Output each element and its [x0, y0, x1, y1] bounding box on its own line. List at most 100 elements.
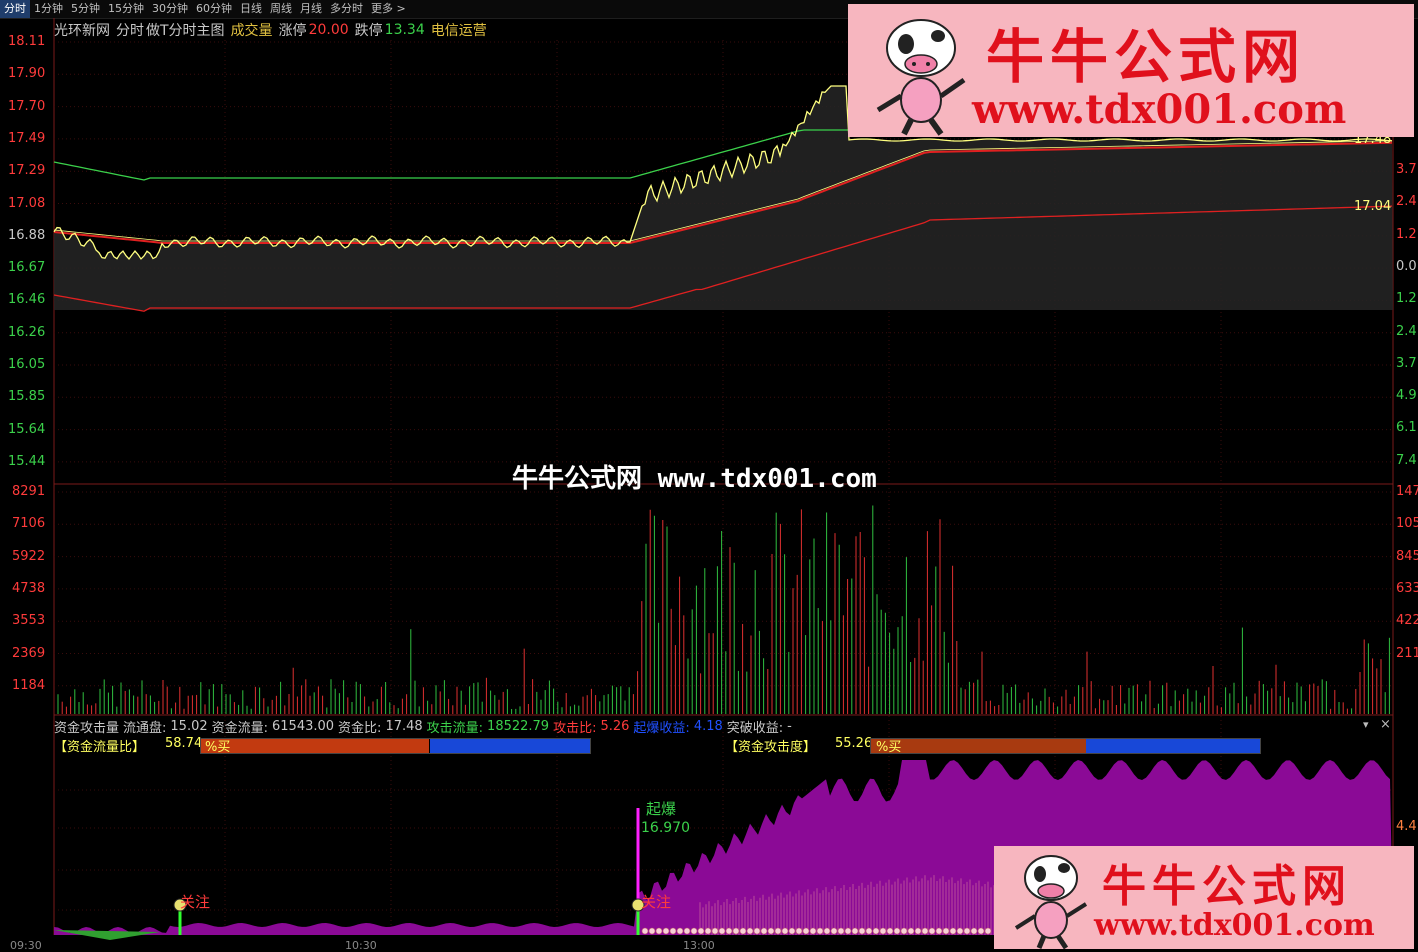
price-left-label-8: 16.46 — [8, 292, 46, 308]
time-label-open: 09:30 — [10, 939, 42, 952]
cow-mascot-icon — [876, 19, 966, 136]
vol-right-label-5: 211 — [1396, 645, 1418, 661]
signal-bead — [662, 927, 670, 935]
vol-right-label-4: 422 — [1396, 613, 1418, 629]
price-right-label-1: 2.4 — [1396, 194, 1417, 210]
signal-bead — [921, 927, 929, 935]
signal-bead — [816, 927, 824, 935]
fund-flow-value: 61543.00 — [272, 718, 335, 734]
price-left-label-5: 17.08 — [8, 195, 46, 211]
signal-bead — [858, 927, 866, 935]
signal-bead — [683, 927, 691, 935]
promo-url-bottom[interactable]: www.tdx001.com — [1094, 908, 1375, 943]
attack-degree-value: 55.26 — [835, 736, 873, 751]
signal-bead — [648, 927, 656, 935]
signal-bead — [879, 927, 887, 935]
vol-left-label-4: 3553 — [12, 613, 46, 629]
signal-bead — [963, 927, 971, 935]
price-right-label-3: 0.0 — [1396, 258, 1417, 274]
signal-bead — [893, 927, 901, 935]
attack-flow-value: 18522.79 — [487, 718, 550, 734]
signal-bead — [767, 927, 775, 935]
signal-bead — [837, 927, 845, 935]
signal-bead — [690, 927, 698, 935]
panel-menu-icon[interactable]: ▾ — [1363, 718, 1369, 731]
promo-url[interactable]: www.tdx001.com — [972, 86, 1346, 133]
signal-bead — [788, 927, 796, 935]
price-left-label-9: 16.26 — [8, 324, 46, 340]
attack-ratio-label: 攻击比: — [553, 720, 597, 736]
signal-bead — [865, 927, 873, 935]
float-value: 15.02 — [170, 718, 208, 734]
signal-bead — [984, 927, 992, 935]
signal-bead — [725, 927, 733, 935]
signal-bead — [669, 927, 677, 935]
price-left-label-1: 17.90 — [8, 66, 46, 82]
price-left-label-13: 15.44 — [8, 453, 46, 469]
vol-right-label-3: 633 — [1396, 580, 1418, 596]
signal-bead — [802, 927, 810, 935]
signal-bead — [956, 927, 964, 935]
price-right-label-0: 3.7 — [1396, 162, 1417, 177]
promo-banner-bottom[interactable]: 牛牛公式网 www.tdx001.com — [994, 846, 1414, 949]
signal-bead — [718, 927, 726, 935]
price-right-label-7: 4.9 — [1396, 388, 1417, 404]
attack-flow-label: 攻击流量: — [426, 720, 484, 736]
signal-bead — [795, 927, 803, 935]
signal-bead — [697, 927, 705, 935]
signal-bead — [907, 927, 915, 935]
vol-left-label-6: 1184 — [12, 677, 46, 693]
attack-degree-bar — [870, 738, 1261, 754]
sub-panel-header: 资金攻击量 流通盘: 15.02 资金流量: 61543.00 资金比: 17.… — [54, 717, 792, 736]
signal-bead — [655, 927, 663, 935]
signal-bead — [949, 927, 957, 935]
promo-banner-top[interactable]: 牛牛公式网 www.tdx001.com — [848, 4, 1414, 137]
price-left-label-7: 16.67 — [8, 260, 46, 276]
signal-bead — [732, 927, 740, 935]
price-left-label-3: 17.49 — [8, 130, 46, 146]
signal-bead — [844, 927, 852, 935]
signal-bead — [753, 927, 761, 935]
signal-bead — [970, 927, 978, 935]
flow-ratio-label: 【资金流量比】 — [54, 740, 146, 755]
watch-signal-label-1: 关注 — [180, 893, 211, 911]
price-left-label-11: 15.85 — [8, 389, 46, 405]
price-right-label-4: 1.2 — [1396, 291, 1417, 307]
price-left-label-2: 17.70 — [8, 98, 46, 114]
float-label: 流通盘: — [123, 720, 167, 736]
promo-title-bottom: 牛牛公式网 — [1102, 861, 1352, 912]
price-right-label-9: 7.4 — [1396, 452, 1417, 468]
fund-flow-label: 资金流量: — [211, 720, 269, 736]
signal-bead — [928, 927, 936, 935]
breakout-gain-value: - — [787, 718, 792, 734]
attack-degree-unit: %买 — [876, 740, 902, 755]
signal-bead — [942, 927, 950, 935]
vol-left-label-5: 2369 — [12, 645, 46, 661]
vol-right-label-2: 845 — [1396, 548, 1418, 564]
signal-bead — [676, 927, 684, 935]
watermark-text: 牛牛公式网 www.tdx001.com — [512, 464, 877, 494]
price-left-label-10: 16.05 — [8, 357, 46, 372]
vol-left-label-2: 5922 — [12, 548, 46, 564]
close-panel-icon[interactable]: × — [1380, 717, 1391, 732]
attack-degree-label: 【资金攻击度】 — [725, 740, 817, 755]
vol-right-label-0: 147 — [1396, 484, 1418, 499]
signal-bead — [823, 927, 831, 935]
avg-line-tag: 17.04 — [1354, 199, 1392, 214]
price-left-label-6: 16.88 — [8, 227, 46, 243]
vol-left-label-3: 4738 — [12, 580, 46, 596]
signal-bead — [704, 927, 712, 935]
price-right-label-2: 1.2 — [1396, 226, 1417, 242]
signal-bead — [886, 927, 894, 935]
flow-ratio-bar — [200, 738, 591, 754]
signal-bead — [830, 927, 838, 935]
burst-gain-value: 4.18 — [693, 718, 723, 734]
sub-indicator-name[interactable]: 资金攻击量 — [54, 717, 119, 736]
signal-bead — [872, 927, 880, 935]
signal-bead — [760, 927, 768, 935]
signal-bead — [914, 927, 922, 935]
fund-ratio-value: 17.48 — [385, 718, 423, 734]
price-right-label-6: 3.7 — [1396, 355, 1417, 371]
signal-bead — [774, 927, 782, 935]
watch-signal-label-2: 关注 — [641, 893, 672, 911]
